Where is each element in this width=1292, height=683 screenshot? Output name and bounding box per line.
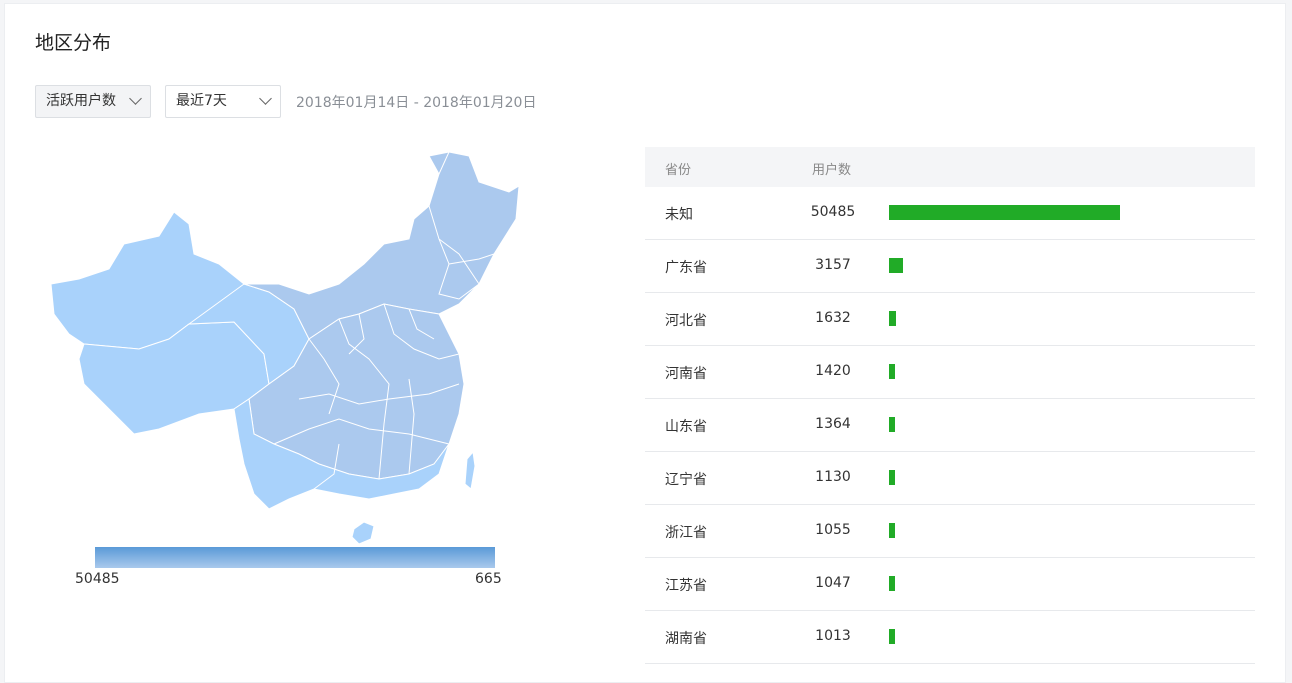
user-count-bar [889,311,896,326]
province-name: 浙江省 [665,525,707,541]
user-count-bar [889,258,903,273]
user-count-bar [889,523,895,538]
user-count: 1364 [815,416,851,432]
date-range-text: 2018年01月14日 - 2018年01月20日 [296,95,537,111]
column-header-users: 用户数 [812,163,852,178]
user-count-bar [889,470,895,485]
region-distribution-card: 地区分布 活跃用户数 最近7天 2018年01月14日 - 2018年01月20… [4,3,1286,683]
china-map[interactable] [39,144,539,554]
user-count-bar [889,364,895,379]
chevron-down-icon [129,92,142,105]
column-header-province: 省份 [665,163,692,178]
table-body: 未知 50485 广东省 3157 河北省 1632 河南省 1420 山东省 1364 辽宁省 11… [645,187,1255,664]
table-row: 河北省 1632 [645,293,1255,346]
table-row: 山东省 1364 [645,399,1255,452]
period-select[interactable]: 最近7天 [165,85,281,118]
user-count-bar [889,576,895,591]
metric-select-value: 活跃用户数 [46,93,116,109]
legend-max-value: 665 [475,571,502,587]
user-count: 1055 [815,522,851,538]
user-count: 1130 [815,469,851,485]
metric-select[interactable]: 活跃用户数 [35,85,151,118]
table-row: 江苏省 1047 [645,558,1255,611]
map-region-taiwan[interactable] [464,450,476,490]
table-row: 浙江省 1055 [645,505,1255,558]
user-count-bar [889,629,895,644]
chevron-down-icon [259,92,272,105]
table-header: 省份 用户数 [645,147,1255,187]
user-count: 1047 [815,575,851,591]
province-name: 河北省 [665,313,707,329]
map-legend-gradient [95,547,495,568]
province-table: 省份 用户数 未知 50485 广东省 3157 河北省 1632 河南省 1420 山东省 13… [645,147,1255,664]
user-count: 50485 [810,204,856,220]
page-title: 地区分布 [35,32,112,54]
table-row: 辽宁省 1130 [645,452,1255,505]
province-name: 广东省 [665,260,707,276]
province-name: 山东省 [665,419,707,435]
table-row: 广东省 3157 [645,240,1255,293]
user-count: 1013 [815,628,851,644]
province-name: 湖南省 [665,631,707,647]
user-count: 3157 [815,257,851,273]
legend-min-value: 50485 [75,571,120,587]
period-select-value: 最近7天 [176,93,227,109]
table-row: 河南省 1420 [645,346,1255,399]
map-region-hainan[interactable] [351,521,375,545]
user-count-bar [889,205,1120,220]
province-name: 河南省 [665,366,707,382]
province-name: 辽宁省 [665,472,707,488]
user-count: 1632 [815,310,851,326]
table-row: 湖南省 1013 [645,611,1255,664]
province-name: 未知 [665,207,693,223]
province-name: 江苏省 [665,578,707,594]
user-count: 1420 [815,363,851,379]
user-count-bar [889,417,895,432]
table-row: 未知 50485 [645,187,1255,240]
